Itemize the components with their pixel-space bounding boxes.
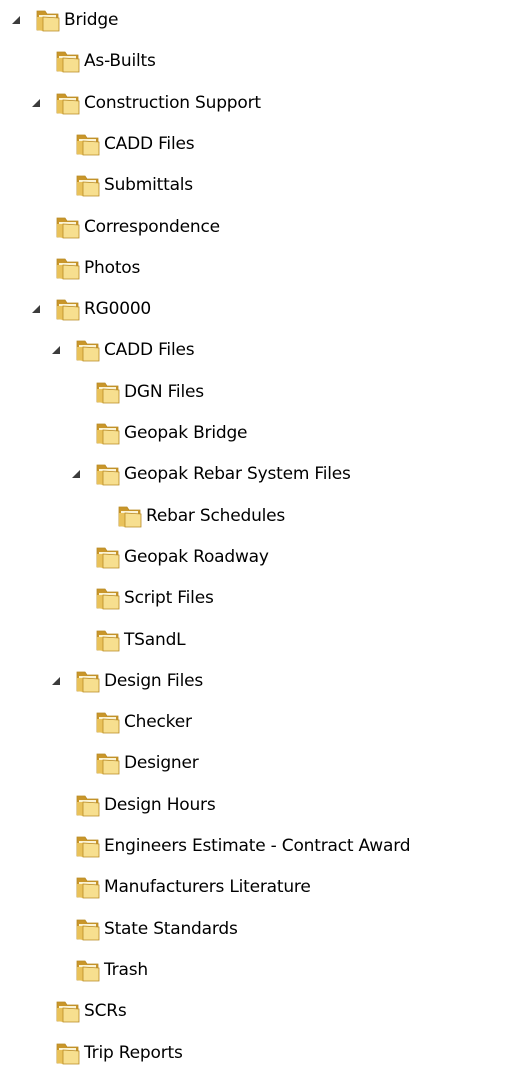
folder-label: Rebar Schedules <box>146 506 286 526</box>
folder-label: Correspondence <box>84 217 220 237</box>
folder-label: RG0000 <box>84 299 152 319</box>
tree-row[interactable]: State Standards <box>0 910 511 948</box>
folder-icon <box>54 213 82 241</box>
folder-icon <box>74 667 102 695</box>
folder-icon <box>94 749 122 777</box>
folder-label: Checker <box>124 712 192 732</box>
folder-label: Geopak Rebar System Files <box>124 464 351 484</box>
tree-row[interactable]: Bridge <box>0 1 511 39</box>
folder-icon <box>94 584 122 612</box>
folder-icon <box>54 89 82 117</box>
folder-label: Designer <box>124 753 199 773</box>
tree-row[interactable]: SCRs <box>0 992 511 1030</box>
tree-row[interactable]: Construction Support <box>0 84 511 122</box>
folder-label: Bridge <box>64 10 119 30</box>
folder-label: Photos <box>84 258 141 278</box>
folder-icon <box>54 47 82 75</box>
folder-icon <box>94 460 122 488</box>
expanded-arrow-icon[interactable] <box>30 97 42 109</box>
tree-row[interactable]: Trip Reports <box>0 1034 511 1072</box>
tree-row[interactable]: CADD Files <box>0 331 511 369</box>
folder-icon <box>74 336 102 364</box>
folder-icon <box>74 915 102 943</box>
tree-row[interactable]: Script Files <box>0 579 511 617</box>
folder-icon <box>74 832 102 860</box>
folder-label: State Standards <box>104 919 238 939</box>
folder-label: Manufacturers Literature <box>104 877 311 897</box>
expanded-arrow-icon[interactable] <box>50 675 62 687</box>
expanded-arrow-icon[interactable] <box>70 468 82 480</box>
tree-row[interactable]: TSandL <box>0 621 511 659</box>
tree-row[interactable]: RG0000 <box>0 290 511 328</box>
tree-row[interactable]: CADD Files <box>0 125 511 163</box>
folder-label: Design Hours <box>104 795 216 815</box>
tree-row[interactable]: Rebar Schedules <box>0 497 511 535</box>
folder-label: Geopak Bridge <box>124 423 248 443</box>
folder-icon <box>94 543 122 571</box>
tree-row[interactable]: Submittals <box>0 166 511 204</box>
folder-label: SCRs <box>84 1001 127 1021</box>
expanded-arrow-icon[interactable] <box>30 303 42 315</box>
tree-row[interactable]: Trash <box>0 951 511 989</box>
tree-row[interactable]: Engineers Estimate - Contract Award <box>0 827 511 865</box>
tree-row[interactable]: As-Builts <box>0 42 511 80</box>
folder-label: Geopak Roadway <box>124 547 269 567</box>
tree-row[interactable]: Geopak Rebar System Files <box>0 455 511 493</box>
folder-icon <box>94 419 122 447</box>
folder-label: Trash <box>104 960 148 980</box>
folder-icon <box>74 130 102 158</box>
folder-icon <box>94 378 122 406</box>
tree-row[interactable]: Designer <box>0 744 511 782</box>
folder-icon <box>94 708 122 736</box>
folder-label: Script Files <box>124 588 214 608</box>
folder-tree: Bridge As-Builts Construction Support CADD … <box>0 0 511 1088</box>
folder-icon <box>54 1039 82 1067</box>
folder-label: Construction Support <box>84 93 261 113</box>
tree-row[interactable]: Design Files <box>0 662 511 700</box>
folder-icon <box>34 6 62 34</box>
folder-icon <box>74 791 102 819</box>
expanded-arrow-icon[interactable] <box>10 14 22 26</box>
folder-label: Submittals <box>104 175 193 195</box>
folder-icon <box>74 956 102 984</box>
folder-icon <box>54 997 82 1025</box>
folder-icon <box>94 626 122 654</box>
tree-row[interactable]: Checker <box>0 703 511 741</box>
folder-icon <box>74 171 102 199</box>
tree-row[interactable]: Design Hours <box>0 786 511 824</box>
expanded-arrow-icon[interactable] <box>50 344 62 356</box>
folder-label: Trip Reports <box>84 1043 183 1063</box>
tree-row[interactable]: Manufacturers Literature <box>0 868 511 906</box>
tree-row[interactable]: Photos <box>0 249 511 287</box>
tree-row[interactable]: Geopak Roadway <box>0 538 511 576</box>
folder-label: DGN Files <box>124 382 204 402</box>
folder-label: As-Builts <box>84 51 156 71</box>
tree-row[interactable]: Correspondence <box>0 208 511 246</box>
folder-icon <box>54 254 82 282</box>
tree-row[interactable]: DGN Files <box>0 373 511 411</box>
folder-icon <box>74 873 102 901</box>
tree-row[interactable]: Geopak Bridge <box>0 414 511 452</box>
folder-label: CADD Files <box>104 340 195 360</box>
folder-label: Design Files <box>104 671 204 691</box>
folder-label: CADD Files <box>104 134 195 154</box>
folder-icon <box>54 295 82 323</box>
folder-label: Engineers Estimate - Contract Award <box>104 836 411 856</box>
folder-label: TSandL <box>124 630 186 650</box>
folder-icon <box>116 502 144 530</box>
